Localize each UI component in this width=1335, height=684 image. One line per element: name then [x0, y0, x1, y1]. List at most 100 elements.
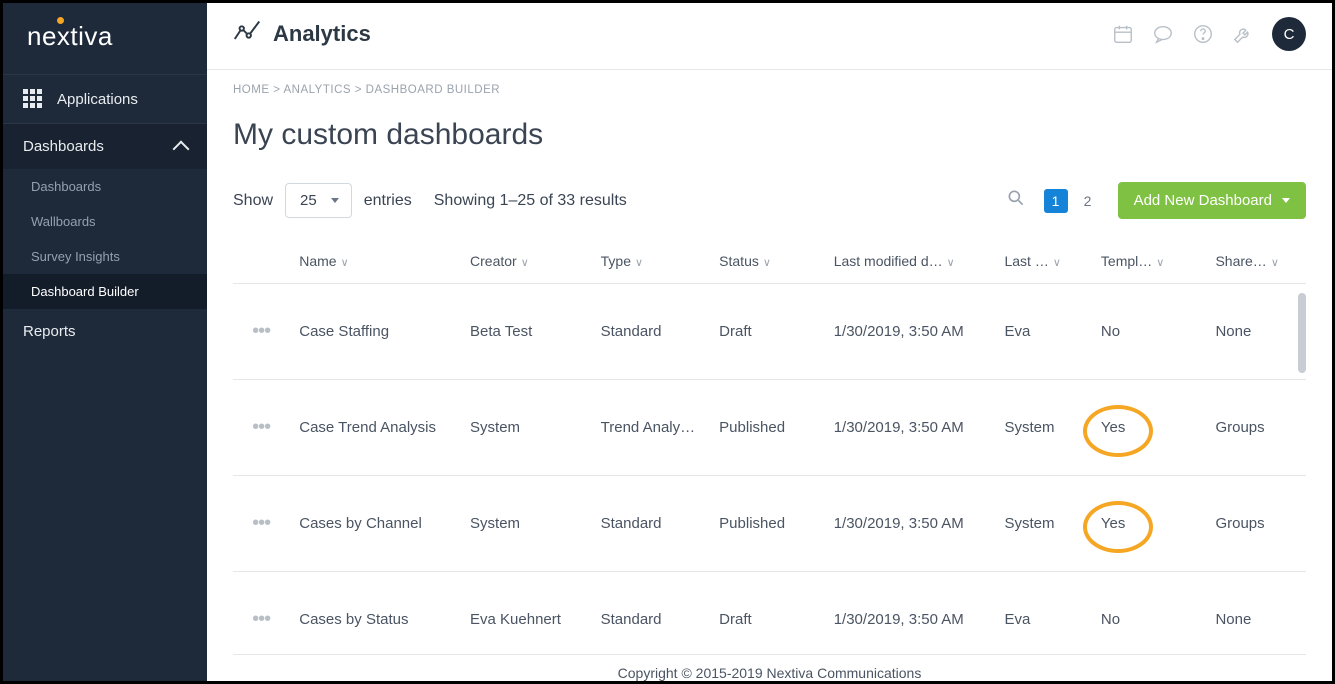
- cell-status: Draft: [709, 572, 824, 655]
- header: Analytics C: [207, 3, 1332, 70]
- logo-text: nextiva: [27, 21, 113, 52]
- table-row[interactable]: ••• Cases by Channel System StandardPublish…: [233, 476, 1306, 572]
- reports-label: Reports: [23, 323, 76, 340]
- footer-copyright: Copyright © 2015-2019 Nextiva Communicat…: [233, 654, 1306, 681]
- cell-modby: System: [994, 380, 1090, 476]
- cell-template: No: [1091, 284, 1206, 380]
- breadcrumb-builder: DASHBOARD BUILDER: [366, 84, 500, 96]
- cell-modified: 1/30/2019, 3:50 AM: [824, 380, 995, 476]
- settings-wrench-icon[interactable]: [1232, 23, 1254, 45]
- entries-select[interactable]: 25: [285, 183, 352, 218]
- sort-icon: ∨: [635, 256, 643, 269]
- cell-creator: Beta Test: [460, 284, 591, 380]
- cell-modified: 1/30/2019, 3:50 AM: [824, 284, 995, 380]
- row-actions-icon[interactable]: •••: [252, 320, 270, 342]
- cell-modified: 1/30/2019, 3:50 AM: [824, 476, 995, 572]
- cell-creator: Eva Kuehnert: [460, 572, 591, 655]
- sidebar-item-dashboards[interactable]: Dashboards: [3, 169, 207, 204]
- sidebar-item-reports[interactable]: Reports: [3, 309, 207, 354]
- sort-icon: ∨: [1053, 256, 1061, 269]
- search-icon[interactable]: [1006, 188, 1026, 213]
- main-content: Analytics C HOME > ANALYTICS > DASHBOARD…: [207, 3, 1332, 681]
- cell-name: Case Staffing: [289, 284, 460, 380]
- table-row[interactable]: •••Cases by StatusEva KuehnertStandardDr…: [233, 572, 1306, 655]
- cell-shared: None: [1205, 284, 1306, 380]
- analytics-icon: [233, 18, 261, 51]
- cell-template: Yes: [1091, 380, 1206, 476]
- dashboards-table: Name∨ Creator∨ Type∨ Status∨ Last modifi…: [233, 239, 1306, 654]
- sidebar-item-dashboard-builder[interactable]: Dashboard Builder: [3, 274, 207, 309]
- showing-text: Showing 1–25 of 33 results: [434, 192, 627, 210]
- vertical-scrollbar[interactable]: [1298, 293, 1306, 373]
- sort-icon: ∨: [763, 256, 771, 269]
- column-type[interactable]: Type∨: [591, 239, 710, 284]
- show-label: Show: [233, 192, 273, 210]
- page-title: My custom dashboards: [233, 118, 1306, 152]
- cell-shared: Groups: [1205, 380, 1306, 476]
- cell-type: Trend Analy…: [591, 380, 710, 476]
- applications-label: Applications: [57, 91, 138, 108]
- page-1-button[interactable]: 1: [1044, 189, 1068, 213]
- cell-template: Yes: [1091, 476, 1206, 572]
- add-new-dashboard-button[interactable]: Add New Dashboard: [1118, 182, 1306, 219]
- cell-template: No: [1091, 572, 1206, 655]
- sidebar-section-dashboards[interactable]: Dashboards: [3, 124, 207, 169]
- cell-modby: Eva: [994, 572, 1090, 655]
- sidebar-item-wallboards[interactable]: Wallboards: [3, 204, 207, 239]
- header-right: C: [1112, 17, 1306, 51]
- cell-status: Published: [709, 380, 824, 476]
- sort-icon: ∨: [947, 256, 955, 269]
- sidebar-item-applications[interactable]: Applications: [3, 74, 207, 124]
- content-area: HOME > ANALYTICS > DASHBOARD BUILDER My …: [207, 70, 1332, 681]
- logo: nextiva: [3, 3, 207, 74]
- dashboards-section-label: Dashboards: [23, 138, 104, 155]
- column-shared[interactable]: Share…∨: [1205, 239, 1306, 284]
- chat-icon[interactable]: [1152, 23, 1174, 45]
- table-row[interactable]: •••Case Trend AnalysisSystemTrend Analy……: [233, 380, 1306, 476]
- header-left: Analytics: [233, 18, 371, 51]
- cell-shared: None: [1205, 572, 1306, 655]
- sort-icon: ∨: [1156, 256, 1164, 269]
- cell-name: Case Trend Analysis: [289, 380, 460, 476]
- applications-grid-icon: [23, 89, 43, 109]
- breadcrumb: HOME > ANALYTICS > DASHBOARD BUILDER: [233, 84, 1306, 96]
- cell-creator: System: [460, 380, 591, 476]
- breadcrumb-analytics[interactable]: ANALYTICS: [283, 84, 351, 96]
- sort-icon: ∨: [341, 256, 349, 269]
- cell-type: Standard: [591, 476, 710, 572]
- column-name[interactable]: Name∨: [289, 239, 460, 284]
- user-avatar[interactable]: C: [1272, 17, 1306, 51]
- sidebar-item-survey-insights[interactable]: Survey Insights: [3, 239, 207, 274]
- cell-type: Standard: [591, 284, 710, 380]
- table-row[interactable]: ••• Case StaffingBeta TestStandardDraft1/…: [233, 284, 1306, 380]
- cell-modby: Eva: [994, 284, 1090, 380]
- controls-right: 1 2 Add New Dashboard: [1006, 182, 1306, 219]
- pagination: 1 2: [1044, 189, 1100, 213]
- controls-bar: Show 25 entries Showing 1–25 of 33 resul…: [233, 182, 1306, 219]
- row-actions-icon[interactable]: •••: [252, 512, 270, 534]
- calendar-icon[interactable]: [1112, 23, 1134, 45]
- controls-left: Show 25 entries Showing 1–25 of 33 resul…: [233, 183, 627, 218]
- page-2-button[interactable]: 2: [1076, 189, 1100, 213]
- breadcrumb-home[interactable]: HOME: [233, 84, 270, 96]
- cell-status: Draft: [709, 284, 824, 380]
- sort-icon: ∨: [521, 256, 529, 269]
- row-actions-icon[interactable]: •••: [252, 416, 270, 438]
- cell-modby: System: [994, 476, 1090, 572]
- cell-name: Cases by Channel: [289, 476, 460, 572]
- help-icon[interactable]: [1192, 23, 1214, 45]
- row-actions-icon[interactable]: •••: [252, 608, 270, 630]
- entries-label: entries: [364, 192, 412, 210]
- column-template[interactable]: Templ…∨: [1091, 239, 1206, 284]
- cell-name: Cases by Status: [289, 572, 460, 655]
- column-modified[interactable]: Last modified d…∨: [824, 239, 995, 284]
- column-modby[interactable]: Last …∨: [994, 239, 1090, 284]
- cell-shared: Groups: [1205, 476, 1306, 572]
- column-status[interactable]: Status∨: [709, 239, 824, 284]
- column-creator[interactable]: Creator∨: [460, 239, 591, 284]
- sort-icon: ∨: [1271, 256, 1279, 269]
- cell-status: Published: [709, 476, 824, 572]
- table-wrap: Name∨ Creator∨ Type∨ Status∨ Last modifi…: [233, 239, 1306, 654]
- chevron-up-icon: [173, 140, 190, 157]
- sidebar: nextiva Applications Dashboards Dashboar…: [3, 3, 207, 681]
